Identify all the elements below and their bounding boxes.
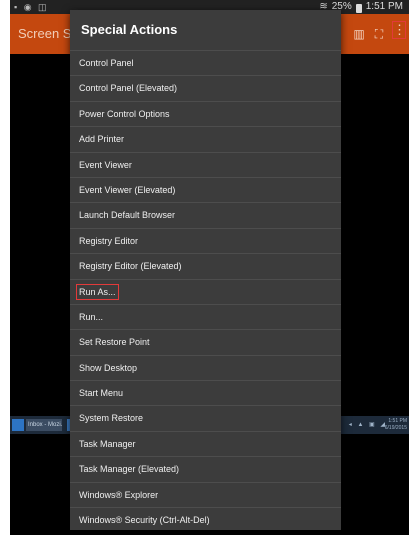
taskbar-item-inbox[interactable]: Inbox - Mozi... bbox=[26, 419, 62, 431]
menu-item-label: Add Printer bbox=[79, 134, 125, 145]
system-tray-icons[interactable]: ◂ ▲ ▣ ◢ bbox=[349, 421, 387, 428]
menu-item-start-menu[interactable]: Start Menu bbox=[70, 380, 341, 405]
menu-item-windows-explorer[interactable]: Windows® Explorer bbox=[70, 481, 341, 507]
menu-item-power-control-options[interactable]: Power Control Options bbox=[70, 100, 341, 126]
menu-item-add-printer[interactable]: Add Printer bbox=[70, 126, 341, 151]
fullscreen-icon[interactable]: ⛶ bbox=[371, 26, 387, 42]
menu-item-label: Event Viewer (Elevated) bbox=[79, 184, 176, 195]
menu-title: Special Actions bbox=[81, 22, 178, 37]
menu-item-control-panel-elevated[interactable]: Control Panel (Elevated) bbox=[70, 75, 341, 100]
menu-item-label: Task Manager bbox=[79, 438, 136, 449]
menu-item-label: System Restore bbox=[79, 413, 144, 424]
clock-date: 6/19/2015 bbox=[384, 425, 407, 431]
menu-item-label: Event Viewer bbox=[79, 159, 132, 170]
menu-item-show-desktop[interactable]: Show Desktop bbox=[70, 354, 341, 380]
menu-item-label: Registry Editor (Elevated) bbox=[79, 261, 182, 272]
keyboard-icon[interactable]: ▥ bbox=[351, 26, 367, 42]
menu-item-registry-editor-elevated[interactable]: Registry Editor (Elevated) bbox=[70, 253, 341, 278]
overflow-menu-button[interactable]: ⋮ bbox=[392, 21, 406, 39]
start-button[interactable] bbox=[12, 419, 24, 431]
menu-item-label: Control Panel (Elevated) bbox=[79, 83, 178, 94]
menu-item-label: Windows® Security (Ctrl-Alt-Del) bbox=[79, 515, 210, 526]
menu-item-label: Registry Editor bbox=[79, 235, 139, 246]
menu-item-label: Task Manager (Elevated) bbox=[79, 464, 180, 475]
menu-item-task-manager-elevated[interactable]: Task Manager (Elevated) bbox=[70, 456, 341, 481]
menu-item-label: Run... bbox=[79, 311, 104, 322]
menu-item-task-manager[interactable]: Task Manager bbox=[70, 430, 341, 456]
menu-item-run[interactable]: Run... bbox=[70, 303, 341, 329]
special-actions-menu: Special Actions Control Panel Control Pan… bbox=[70, 10, 341, 530]
menu-item-label: Launch Default Browser bbox=[79, 210, 176, 221]
menu-item-windows-security-ctrl-alt-del[interactable]: Windows® Security (Ctrl-Alt-Del) bbox=[70, 507, 341, 530]
status-time: 1:51 PM bbox=[365, 1, 403, 12]
menu-item-label: Control Panel bbox=[79, 58, 134, 68]
menu-item-event-viewer[interactable]: Event Viewer bbox=[70, 151, 341, 177]
menu-item-label: Run As... bbox=[76, 283, 119, 300]
menu-item-run-as[interactable]: Run As... bbox=[70, 278, 341, 304]
menu-item-system-restore[interactable]: System Restore bbox=[70, 405, 341, 430]
menu-item-launch-default-browser[interactable]: Launch Default Browser bbox=[70, 202, 341, 227]
menu-item-set-restore-point[interactable]: Set Restore Point bbox=[70, 329, 341, 354]
menu-item-registry-editor[interactable]: Registry Editor bbox=[70, 227, 341, 253]
taskbar-clock: 1:51 PM 6/19/2015 bbox=[385, 418, 407, 432]
menu-item-label: Start Menu bbox=[79, 388, 124, 399]
menu-item-event-viewer-elevated[interactable]: Event Viewer (Elevated) bbox=[70, 176, 341, 202]
battery-icon bbox=[355, 3, 362, 13]
menu-item-label: Power Control Options bbox=[79, 108, 170, 119]
notification-icons: ▪ ◉ ◫ bbox=[14, 2, 49, 12]
clock-time: 1:51 PM bbox=[388, 418, 407, 424]
menu-item-label: Show Desktop bbox=[79, 362, 138, 373]
menu-items: Control Panel Control Panel (Elevated) Pow… bbox=[70, 50, 341, 530]
menu-item-label: Windows® Explorer bbox=[79, 489, 159, 500]
menu-item-control-panel[interactable]: Control Panel bbox=[70, 50, 341, 75]
menu-item-label: Set Restore Point bbox=[79, 337, 150, 348]
